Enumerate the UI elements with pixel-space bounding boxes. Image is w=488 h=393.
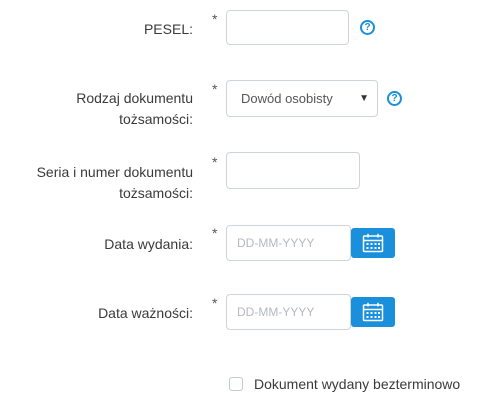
issue-date-required-mark: *: [212, 225, 218, 241]
document-type-help-icon[interactable]: ?: [387, 91, 402, 106]
issue-date-input[interactable]: [226, 225, 351, 261]
expiry-date-calendar-button[interactable]: [351, 297, 395, 327]
indefinite-checkbox[interactable]: [229, 377, 243, 391]
document-number-input[interactable]: [226, 152, 360, 189]
expiry-date-required-mark: *: [212, 295, 218, 311]
document-type-select[interactable]: Dowód osobisty ▼: [226, 80, 378, 117]
indefinite-checkbox-label[interactable]: Dokument wydany bezterminowo: [254, 375, 460, 393]
document-type-label-line2: tożsamości:: [119, 111, 193, 127]
document-type-label-line1: Rodzaj dokumentu: [76, 90, 193, 106]
expiry-date-label: Data ważności:: [98, 305, 193, 321]
issue-date-calendar-button[interactable]: [351, 228, 395, 258]
document-number-label-line2: tożsamości:: [119, 185, 193, 201]
calendar-icon: [362, 302, 384, 322]
document-number-required-mark: *: [212, 154, 218, 170]
pesel-label: PESEL:: [143, 21, 193, 37]
expiry-date-input[interactable]: [226, 294, 351, 330]
issue-date-label: Data wydania:: [104, 236, 193, 252]
pesel-required-mark: *: [212, 11, 218, 27]
document-type-required-mark: *: [212, 81, 218, 97]
calendar-icon: [362, 233, 384, 253]
pesel-input[interactable]: [226, 10, 349, 45]
document-type-selected-value: Dowód osobisty: [241, 91, 333, 106]
chevron-down-icon: ▼: [359, 93, 369, 104]
pesel-help-icon[interactable]: ?: [360, 20, 375, 35]
document-number-label-line1: Seria i numer dokumentu: [36, 164, 193, 180]
